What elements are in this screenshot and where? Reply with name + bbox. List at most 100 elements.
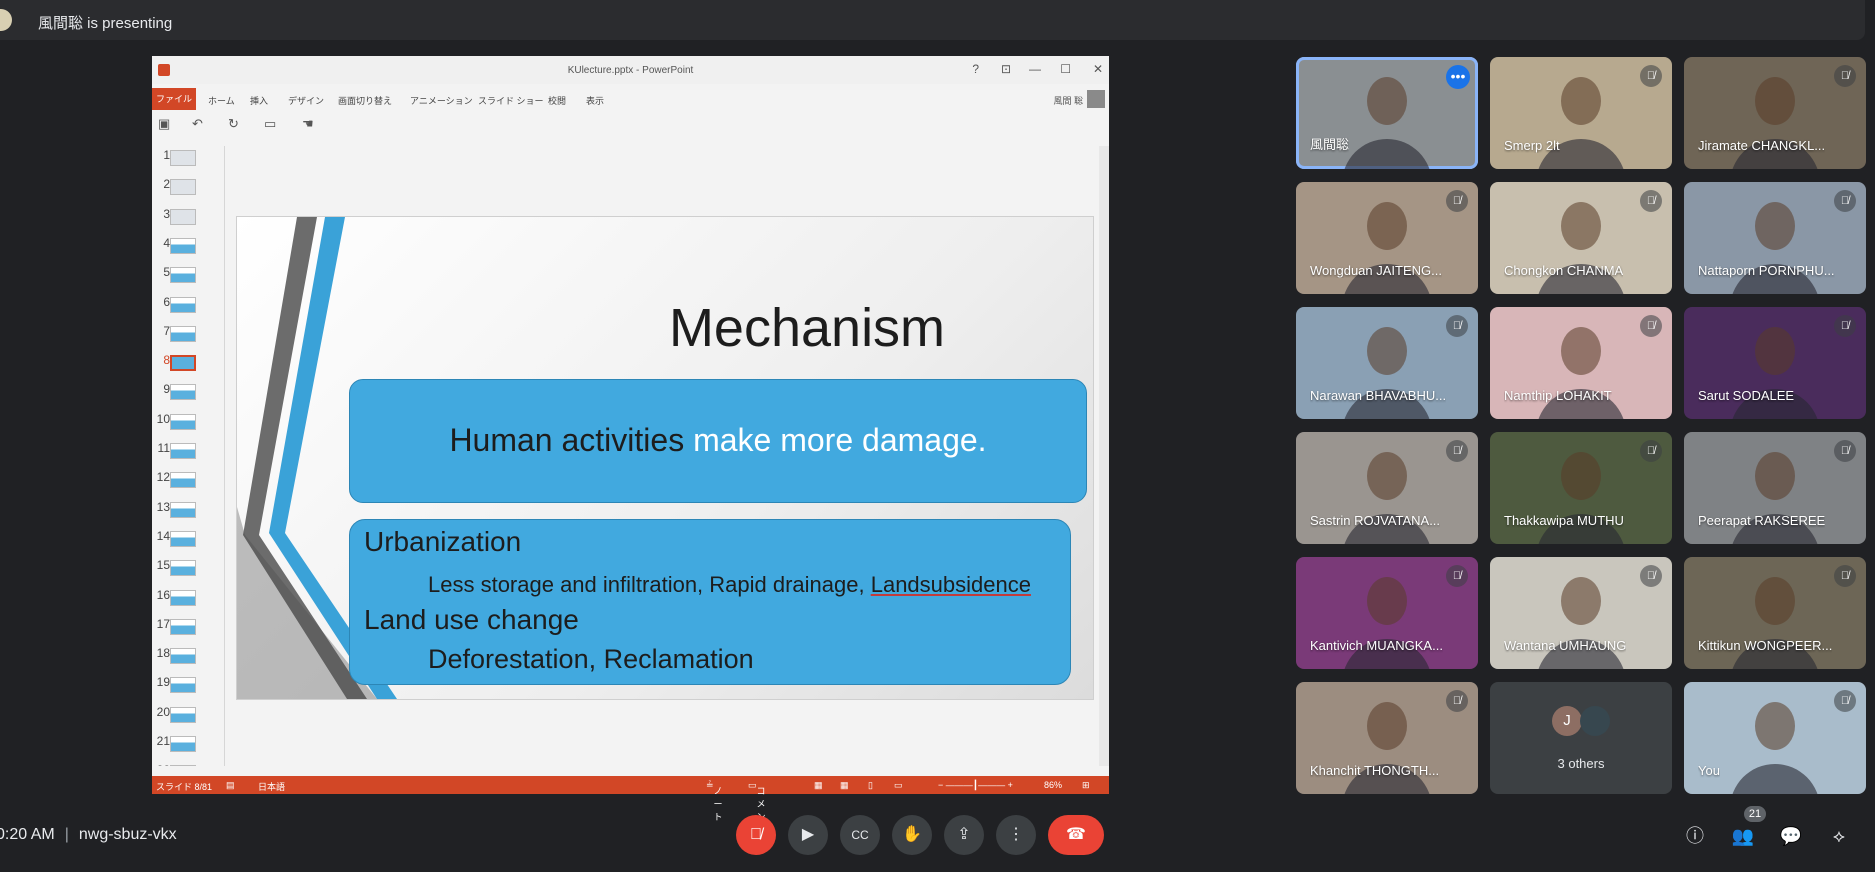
slide-preview <box>170 267 196 284</box>
slide-thumbnail[interactable]: 5 <box>152 263 224 284</box>
others-avatar: J <box>1552 706 1582 736</box>
participant-tile[interactable]: 🎙̸ Smerp 2lt <box>1490 57 1672 169</box>
zoom-slider[interactable]: − ———┃——— + <box>938 780 1013 791</box>
spellcheck-icon[interactable]: ▤ <box>226 780 235 791</box>
participant-tile[interactable]: 🎙̸ Khanchit THONGTH... <box>1296 682 1478 794</box>
slide-thumbnail[interactable]: 17 <box>152 615 224 635</box>
help-icon[interactable]: ? <box>972 62 979 76</box>
participant-name: Peerapat RAKSEREE <box>1698 513 1826 528</box>
participant-tile[interactable]: ••• 風間聡 <box>1296 57 1478 169</box>
participant-face <box>1755 77 1795 125</box>
more-options-icon[interactable]: ••• <box>1446 65 1470 89</box>
slide-thumbnails[interactable]: 12345678910111213141516171819202122 <box>152 146 224 766</box>
slide-thumbnail[interactable]: 16 <box>152 586 224 606</box>
slide-number: 20 <box>156 704 170 719</box>
slide-preview <box>170 530 196 547</box>
mic-off-button[interactable]: 🎙̸ <box>736 815 776 855</box>
participant-tile[interactable]: 🎙̸ Kittikun WONGPEER... <box>1684 557 1866 669</box>
participant-tile[interactable]: 🎙̸ Namthip LOHAKIT <box>1490 307 1672 419</box>
slide-thumbnail[interactable]: 10 <box>152 410 224 430</box>
more-options-button[interactable]: ⋮ <box>996 815 1036 855</box>
start-slideshow-icon[interactable]: ▭ <box>264 116 276 132</box>
participant-tile[interactable]: 🎙̸ You <box>1684 682 1866 794</box>
slide-thumbnail[interactable]: 22 <box>152 761 224 766</box>
user-name[interactable]: 風間 聡 <box>1053 94 1083 107</box>
tab-animations[interactable]: アニメーション <box>410 94 473 107</box>
slide-number: 10 <box>156 411 170 426</box>
zoom-level[interactable]: 86% <box>1044 780 1062 790</box>
chat-button[interactable]: 💬 <box>1778 823 1804 849</box>
tab-review[interactable]: 校閲 <box>548 94 566 107</box>
slide-thumbnail[interactable]: 15 <box>152 556 224 577</box>
redo-icon[interactable]: ↻ <box>228 116 239 132</box>
others-tile[interactable]: J 3 others <box>1490 682 1672 794</box>
user-avatar[interactable] <box>1087 90 1105 108</box>
participant-tile[interactable]: 🎙̸ Peerapat RAKSEREE <box>1684 432 1866 544</box>
participant-tile[interactable]: 🎙̸ Wantana UMHAUNG <box>1490 557 1672 669</box>
participant-video <box>1342 139 1432 169</box>
slide-thumbnail[interactable]: 14 <box>152 527 224 547</box>
slide-thumbnail[interactable]: 9 <box>152 380 224 401</box>
slide-thumbnail[interactable]: 21 <box>152 732 224 752</box>
slide-thumbnail[interactable]: 4 <box>152 234 224 254</box>
tab-insert[interactable]: 挿入 <box>250 94 268 107</box>
slide-thumbnail[interactable]: 12 <box>152 468 224 489</box>
captions-button[interactable]: CC <box>840 815 880 855</box>
slide-thumbnail[interactable]: 8 <box>152 351 224 372</box>
slide-thumbnail[interactable]: 18 <box>152 644 224 665</box>
notes-button[interactable]: ≟ ノート <box>706 780 723 822</box>
slide-thumbnail[interactable]: 19 <box>152 673 224 694</box>
touch-mode-icon[interactable]: ☚ <box>302 116 314 132</box>
vertical-scrollbar[interactable] <box>1099 146 1109 766</box>
slide-thumbnail[interactable]: 11 <box>152 439 224 459</box>
language-indicator[interactable]: 日本語 <box>258 780 285 793</box>
tab-view[interactable]: 表示 <box>586 94 604 107</box>
participant-tile[interactable]: 🎙̸ Kantivich MUANGKA... <box>1296 557 1478 669</box>
raise-hand-button[interactable]: ✋ <box>892 815 932 855</box>
slide-thumbnail[interactable]: 13 <box>152 498 224 518</box>
save-icon[interactable]: ▣ <box>158 116 170 132</box>
slide-sorter-icon[interactable]: ▦ <box>840 780 849 791</box>
tab-slideshow[interactable]: スライド ショー <box>478 94 544 107</box>
tab-transitions[interactable]: 画面切り替え <box>338 94 392 107</box>
minimize-button[interactable]: — <box>1029 62 1041 76</box>
slide-number: 12 <box>156 470 170 485</box>
fit-to-window-icon[interactable]: ⊞ <box>1082 780 1090 791</box>
mic-muted-icon: 🎙̸ <box>1834 690 1856 712</box>
slideshow-view-icon[interactable]: ▭ <box>894 780 903 791</box>
slide-thumbnail[interactable]: 7 <box>152 322 224 342</box>
people-button[interactable]: 👥 <box>1730 823 1756 849</box>
tab-design[interactable]: デザイン <box>288 94 324 107</box>
participant-tile[interactable]: 🎙̸ Sastrin ROJVATANA... <box>1296 432 1478 544</box>
slide-thumbnail[interactable]: 20 <box>152 703 224 723</box>
tab-file[interactable]: ファイル <box>152 88 196 110</box>
slide-thumbnail[interactable]: 1 <box>152 146 224 166</box>
urbanization-detail: Less storage and infiltration, Rapid dra… <box>428 572 1031 597</box>
comments-button[interactable]: ▭ コメント <box>748 780 766 835</box>
camera-button[interactable]: ▶ <box>788 815 828 855</box>
participant-tile[interactable]: 🎙̸ Thakkawipa MUTHU <box>1490 432 1672 544</box>
tab-home[interactable]: ホーム <box>208 94 235 107</box>
participant-tile[interactable]: 🎙̸ Nattaporn PORNPHU... <box>1684 182 1866 294</box>
slide-thumbnail[interactable]: 3 <box>152 205 224 225</box>
participant-tile[interactable]: 🎙̸ Chongkon CHANMA <box>1490 182 1672 294</box>
leave-call-button[interactable]: ☎ <box>1048 815 1104 855</box>
maximize-button[interactable]: ☐ <box>1060 62 1071 76</box>
participant-tile[interactable]: 🎙̸ Sarut SODALEE <box>1684 307 1866 419</box>
participant-tile[interactable]: 🎙̸ Narawan BHAVABHU... <box>1296 307 1478 419</box>
close-button[interactable]: ✕ <box>1093 62 1103 76</box>
undo-icon[interactable]: ↶ <box>192 116 203 132</box>
present-button[interactable]: ⇪ <box>944 815 984 855</box>
ribbon-display-icon[interactable]: ⊡ <box>1001 62 1011 76</box>
meeting-code[interactable]: nwg-sbuz-vkx <box>79 826 177 843</box>
normal-view-icon[interactable]: ▦ <box>814 780 823 791</box>
meeting-details-button[interactable]: ⓘ <box>1682 823 1708 849</box>
participant-tile[interactable]: 🎙̸ Jiramate CHANGKL... <box>1684 57 1866 169</box>
reading-view-icon[interactable]: ▯ <box>868 780 873 791</box>
slide-thumbnail[interactable]: 6 <box>152 293 224 313</box>
powerpoint-window: KUlecture.pptx - PowerPoint ? ⊡ — ☐ ✕ ファ… <box>152 56 1109 835</box>
activities-button[interactable]: ⟡ <box>1826 823 1852 849</box>
slide-thumbnail[interactable]: 2 <box>152 175 224 196</box>
participant-name: Sarut SODALEE <box>1698 388 1795 403</box>
participant-tile[interactable]: 🎙̸ Wongduan JAITENG... <box>1296 182 1478 294</box>
